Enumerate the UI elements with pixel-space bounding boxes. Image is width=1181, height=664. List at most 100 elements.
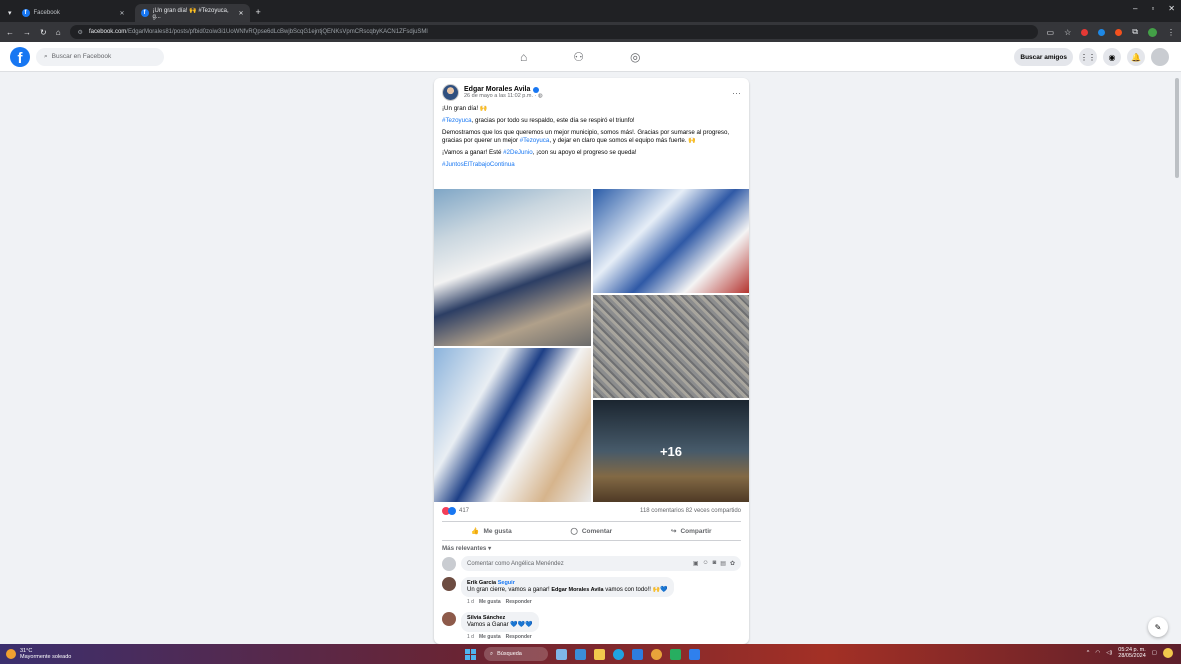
comment-reply-link[interactable]: Responder [506, 634, 532, 640]
tab-close-icon[interactable]: ✕ [238, 10, 243, 17]
browser-menu-icon[interactable]: ⋮ [1167, 28, 1175, 37]
notifications-bell-icon[interactable]: 🔔 [1127, 48, 1145, 66]
gif-icon[interactable]: ▤ [720, 560, 726, 567]
home-icon[interactable]: ⌂ [56, 28, 61, 37]
find-friends-button[interactable]: Buscar amigos [1014, 48, 1073, 66]
post-options-icon[interactable]: ··· [732, 88, 741, 98]
author-name[interactable]: Edgar Morales Avila [464, 86, 530, 93]
comment-reply-link[interactable]: Responder [506, 599, 532, 605]
notifications-icon[interactable]: ▢ [1152, 650, 1157, 656]
windows-start-icon[interactable] [465, 648, 476, 660]
hashtag-link[interactable]: #JuntosElTrabajoContinua [442, 161, 515, 168]
minimize-icon[interactable]: – [1133, 4, 1137, 13]
new-tab-button[interactable]: + [256, 7, 261, 17]
share-label: Compartir [680, 527, 712, 535]
tray-chevron-icon[interactable]: ^ [1087, 650, 1090, 656]
forward-icon[interactable]: → [23, 28, 31, 37]
task-view-icon[interactable] [575, 648, 586, 660]
site-info-icon[interactable]: ⚙ [78, 29, 83, 36]
share-button[interactable]: ↪ Compartir [671, 527, 712, 536]
mention-link[interactable]: Edgar Morales Avila [551, 587, 603, 593]
comment-time[interactable]: 1 d [467, 634, 474, 640]
page-scrollbar[interactable] [1173, 72, 1181, 644]
hashtag-link[interactable]: #Tezoyuca [442, 117, 472, 124]
post-timestamp[interactable]: 26 de mayo a las 11:02 p.m. · [464, 93, 538, 99]
photo-giant-puppet[interactable]: +16 [593, 400, 749, 502]
bookmark-star-icon[interactable]: ☆ [1064, 28, 1071, 37]
comment-time[interactable]: 1 d [467, 599, 474, 605]
hashtag-link[interactable]: #Tezoyuca [520, 137, 550, 144]
follow-link[interactable]: Seguir [498, 580, 515, 586]
facebook-logo[interactable]: f [10, 46, 30, 67]
post-line: ¡Un gran día! 🙌 [442, 105, 488, 112]
commenter-name[interactable]: Silvia Sánchez [467, 615, 505, 621]
app-icon[interactable] [670, 648, 681, 660]
wifi-icon[interactable]: ◠ [1095, 650, 1100, 656]
photo-candidate-waving[interactable] [434, 348, 591, 502]
facebook-search-input[interactable]: ⌕ Buscar en Facebook [36, 47, 164, 66]
comment-input[interactable]: Comentar como Angélica Menéndez ▣ ☺ ◙ ▤ … [461, 556, 741, 571]
more-photos-overlay[interactable]: +16 [593, 400, 749, 502]
post-line: #Tezoyuca, gracias por todo su respaldo,… [442, 117, 741, 125]
profile-avatar[interactable] [1148, 27, 1157, 37]
comment-button[interactable]: ◯ Comentar [571, 527, 613, 536]
back-icon[interactable]: ← [6, 28, 14, 37]
maximize-icon[interactable]: ▫ [1151, 4, 1154, 13]
taskbar-search[interactable]: ⌕ Búsqueda [484, 647, 548, 661]
post-text-segment: , y dejar en claro que somos el equipo m… [549, 137, 696, 144]
account-avatar[interactable] [1151, 48, 1169, 66]
photo-crowd-flags[interactable] [593, 189, 749, 293]
extensions-puzzle-icon[interactable]: ⧉ [1132, 27, 1138, 37]
file-explorer-icon[interactable] [594, 648, 605, 660]
tab-post[interactable]: f ¡Un gran día! 🙌 #Tezoyuca, g... ✕ [134, 4, 250, 22]
extension-icon[interactable] [1081, 28, 1089, 36]
reload-icon[interactable]: ↻ [40, 28, 47, 37]
tab-facebook[interactable]: f Facebook ✕ [16, 4, 131, 22]
groups-nav-icon[interactable]: ◎ [630, 50, 640, 64]
copilot-icon[interactable] [1163, 648, 1173, 658]
widgets-icon[interactable] [556, 648, 567, 660]
avatar-sticker-icon[interactable]: ✿ [730, 560, 735, 567]
edge-browser-icon[interactable] [613, 648, 624, 660]
url-path: /EdgarMorales81/posts/pfbid0zoiw3i1UoWNf… [126, 29, 428, 35]
commenter-avatar[interactable] [442, 612, 456, 626]
search-icon: ⌕ [490, 650, 494, 657]
cast-icon[interactable]: ▭ [1047, 28, 1055, 37]
address-bar[interactable]: ⚙ facebook.com/EdgarMorales81/posts/pfbi… [69, 25, 1038, 39]
author-avatar[interactable] [442, 84, 459, 101]
comment-text: Vamos a Ganar 💙💙💙 [467, 622, 533, 628]
scrollbar-thumb[interactable] [1175, 78, 1179, 178]
close-window-icon[interactable]: ✕ [1168, 4, 1175, 13]
comment-like-link[interactable]: Me gusta [479, 634, 501, 640]
hashtag-link[interactable]: #2DeJunio [503, 149, 533, 156]
home-nav-icon[interactable]: ⌂ [520, 50, 527, 64]
post-line: Demostramos que los que queremos un mejo… [442, 129, 741, 145]
friends-nav-icon[interactable]: ⚇ [573, 50, 584, 64]
tab-close-icon[interactable]: ✕ [119, 10, 124, 17]
emoji-icon[interactable]: ☺ [703, 560, 709, 567]
clock[interactable]: 05:24 p. m. 28/05/2024 [1118, 647, 1146, 659]
commenter-name[interactable]: Erik Garcia [467, 580, 496, 586]
camera-icon[interactable]: ◙ [713, 560, 717, 567]
extension-icon[interactable] [1115, 28, 1123, 36]
photo-aerial-town[interactable] [593, 295, 749, 398]
comment-bubble: Silvia Sánchez Vamos a Ganar 💙💙💙 [461, 612, 539, 632]
messenger-icon[interactable]: ◉ [1103, 48, 1121, 66]
volume-icon[interactable]: ◁) [1106, 650, 1112, 656]
like-button[interactable]: 👍 Me gusta [471, 527, 511, 536]
sticker-icon[interactable]: ▣ [693, 560, 699, 567]
extension-icon[interactable] [1098, 28, 1106, 36]
reactions-count[interactable]: 417 [459, 508, 469, 514]
app-icon[interactable] [689, 648, 700, 660]
commenter-avatar[interactable] [442, 577, 456, 591]
chrome-browser-icon[interactable] [651, 648, 662, 660]
comment-like-link[interactable]: Me gusta [479, 599, 501, 605]
photo-rally-truck[interactable] [434, 189, 591, 346]
comment-sort-dropdown[interactable]: Más relevantes ▾ [442, 545, 491, 552]
weather-widget[interactable]: 31°C Mayormente soleado [6, 648, 71, 660]
store-icon[interactable] [632, 648, 643, 660]
menu-grid-icon[interactable]: ⋮⋮ [1079, 48, 1097, 66]
tab-search-icon[interactable]: ▾ [8, 9, 12, 17]
comments-shares-count[interactable]: 118 comentarios 82 veces compartido [640, 508, 741, 514]
new-message-button[interactable]: ✎ [1148, 617, 1168, 637]
